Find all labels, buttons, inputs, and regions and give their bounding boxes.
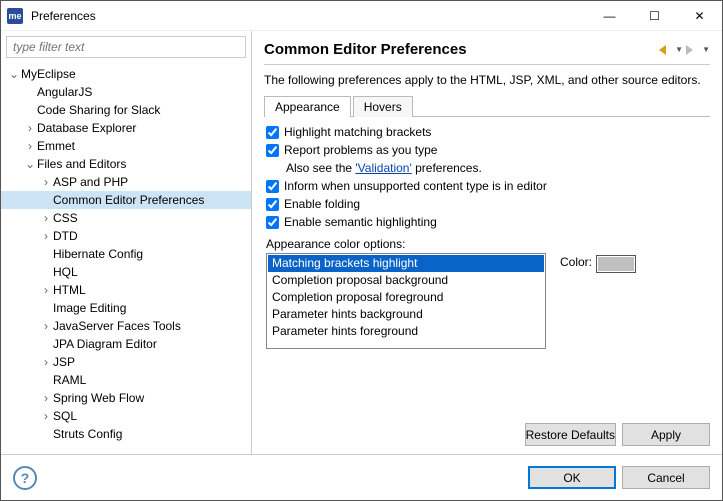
filter-input[interactable] [6,36,246,58]
tree-item-label: Hibernate Config [53,247,143,261]
color-options-label: Appearance color options: [266,237,708,251]
sidebar: ⌄MyEclipseAngularJSCode Sharing for Slac… [1,31,252,454]
forward-menu[interactable]: ▼ [702,45,710,54]
tree-item-label: JavaServer Faces Tools [53,319,181,333]
tree-item-label: JPA Diagram Editor [53,337,157,351]
window-title: Preferences [31,9,587,23]
check-label: Highlight matching brackets [284,125,431,139]
tree-item-label: Struts Config [53,427,122,441]
check-report-problems[interactable]: Report problems as you type [266,143,708,157]
check-inform-unsupported[interactable]: Inform when unsupported content type is … [266,179,708,193]
check-semantic-highlighting[interactable]: Enable semantic highlighting [266,215,708,229]
check-label: Inform when unsupported content type is … [284,179,547,193]
tree-item[interactable]: Common Editor Preferences [1,191,251,209]
ok-button[interactable]: OK [528,466,616,489]
chevron-right-icon[interactable]: › [39,355,53,369]
chevron-right-icon[interactable]: › [39,283,53,297]
chevron-down-icon[interactable]: ⌄ [23,157,37,171]
tree-item[interactable]: ›ASP and PHP [1,173,251,191]
validation-link[interactable]: 'Validation' [355,161,411,175]
color-label: Color: [560,255,592,269]
tree-item-label: Emmet [37,139,75,153]
tree-item-label: AngularJS [37,85,92,99]
color-option-item[interactable]: Completion proposal foreground [268,289,544,306]
maximize-button[interactable]: ☐ [632,1,677,31]
tree-item-label: Spring Web Flow [53,391,144,405]
page-description: The following preferences apply to the H… [264,73,710,87]
preferences-tree[interactable]: ⌄MyEclipseAngularJSCode Sharing for Slac… [1,63,251,454]
tree-item-label: Database Explorer [37,121,136,135]
apply-button[interactable]: Apply [622,423,710,446]
chevron-right-icon[interactable]: › [39,409,53,423]
tree-item-label: HQL [53,265,78,279]
chevron-right-icon[interactable]: › [39,229,53,243]
tree-item[interactable]: ›CSS [1,209,251,227]
tree-item-label: RAML [53,373,86,387]
tree-item[interactable]: Code Sharing for Slack [1,101,251,119]
tree-item-label: ASP and PHP [53,175,128,189]
tree-item-label: Code Sharing for Slack [37,103,160,117]
chevron-right-icon[interactable]: › [39,175,53,189]
check-enable-folding[interactable]: Enable folding [266,197,708,211]
tree-item[interactable]: ›Spring Web Flow [1,389,251,407]
main-panel: Common Editor Preferences ▼ ▼ The follow… [252,31,722,454]
tree-item[interactable]: RAML [1,371,251,389]
tree-item-label: JSP [53,355,75,369]
cancel-button[interactable]: Cancel [622,466,710,489]
chevron-right-icon[interactable]: › [39,391,53,405]
color-option-item[interactable]: Parameter hints background [268,306,544,323]
tree-item-label: DTD [53,229,78,243]
check-label: Report problems as you type [284,143,437,157]
dialog-footer: ? OK Cancel [1,454,722,500]
tree-item[interactable]: ›Database Explorer [1,119,251,137]
tree-item-label: CSS [53,211,78,225]
app-icon: me [7,8,23,24]
tree-item[interactable]: ⌄MyEclipse [1,65,251,83]
chevron-right-icon[interactable]: › [23,139,37,153]
tree-item-label: Files and Editors [37,157,126,171]
tree-item[interactable]: Hibernate Config [1,245,251,263]
tree-item-label: MyEclipse [21,67,76,81]
color-swatch-button[interactable] [596,255,636,273]
tree-item-label: HTML [53,283,86,297]
page-title: Common Editor Preferences [264,41,656,58]
tree-item-label: SQL [53,409,77,423]
color-option-item[interactable]: Parameter hints foreground [268,323,544,340]
tree-item-label: Image Editing [53,301,126,315]
chevron-down-icon[interactable]: ⌄ [7,67,21,81]
tree-item[interactable]: ›Emmet [1,137,251,155]
tree-item[interactable]: ›HTML [1,281,251,299]
tree-item[interactable]: JPA Diagram Editor [1,335,251,353]
forward-icon[interactable] [685,42,701,58]
back-icon[interactable] [658,42,674,58]
chevron-right-icon[interactable]: › [39,211,53,225]
tree-item[interactable]: ›DTD [1,227,251,245]
tree-item[interactable]: ⌄Files and Editors [1,155,251,173]
tab-hovers[interactable]: Hovers [353,96,413,117]
tab-appearance[interactable]: Appearance [264,96,351,117]
back-menu[interactable]: ▼ [675,45,683,54]
tree-item[interactable]: HQL [1,263,251,281]
check-label: Enable folding [284,197,360,211]
tree-item[interactable]: Image Editing [1,299,251,317]
tree-item[interactable]: AngularJS [1,83,251,101]
tree-item-label: Common Editor Preferences [53,193,204,207]
tree-item[interactable]: ›SQL [1,407,251,425]
chevron-right-icon[interactable]: › [39,319,53,333]
color-options-list[interactable]: Matching brackets highlightCompletion pr… [266,253,546,349]
close-button[interactable]: ✕ [677,1,722,31]
minimize-button[interactable]: — [587,1,632,31]
tree-item[interactable]: ›JavaServer Faces Tools [1,317,251,335]
title-bar: me Preferences — ☐ ✕ [1,1,722,31]
tree-item[interactable]: ›JSP [1,353,251,371]
color-option-item[interactable]: Completion proposal background [268,272,544,289]
restore-defaults-button[interactable]: Restore Defaults [525,423,616,446]
chevron-right-icon[interactable]: › [23,121,37,135]
help-icon[interactable]: ? [13,466,37,490]
color-option-item[interactable]: Matching brackets highlight [268,255,544,272]
tree-item[interactable]: Struts Config [1,425,251,443]
validation-note: Also see the 'Validation' preferences. [286,161,708,175]
check-highlight-brackets[interactable]: Highlight matching brackets [266,125,708,139]
check-label: Enable semantic highlighting [284,215,437,229]
